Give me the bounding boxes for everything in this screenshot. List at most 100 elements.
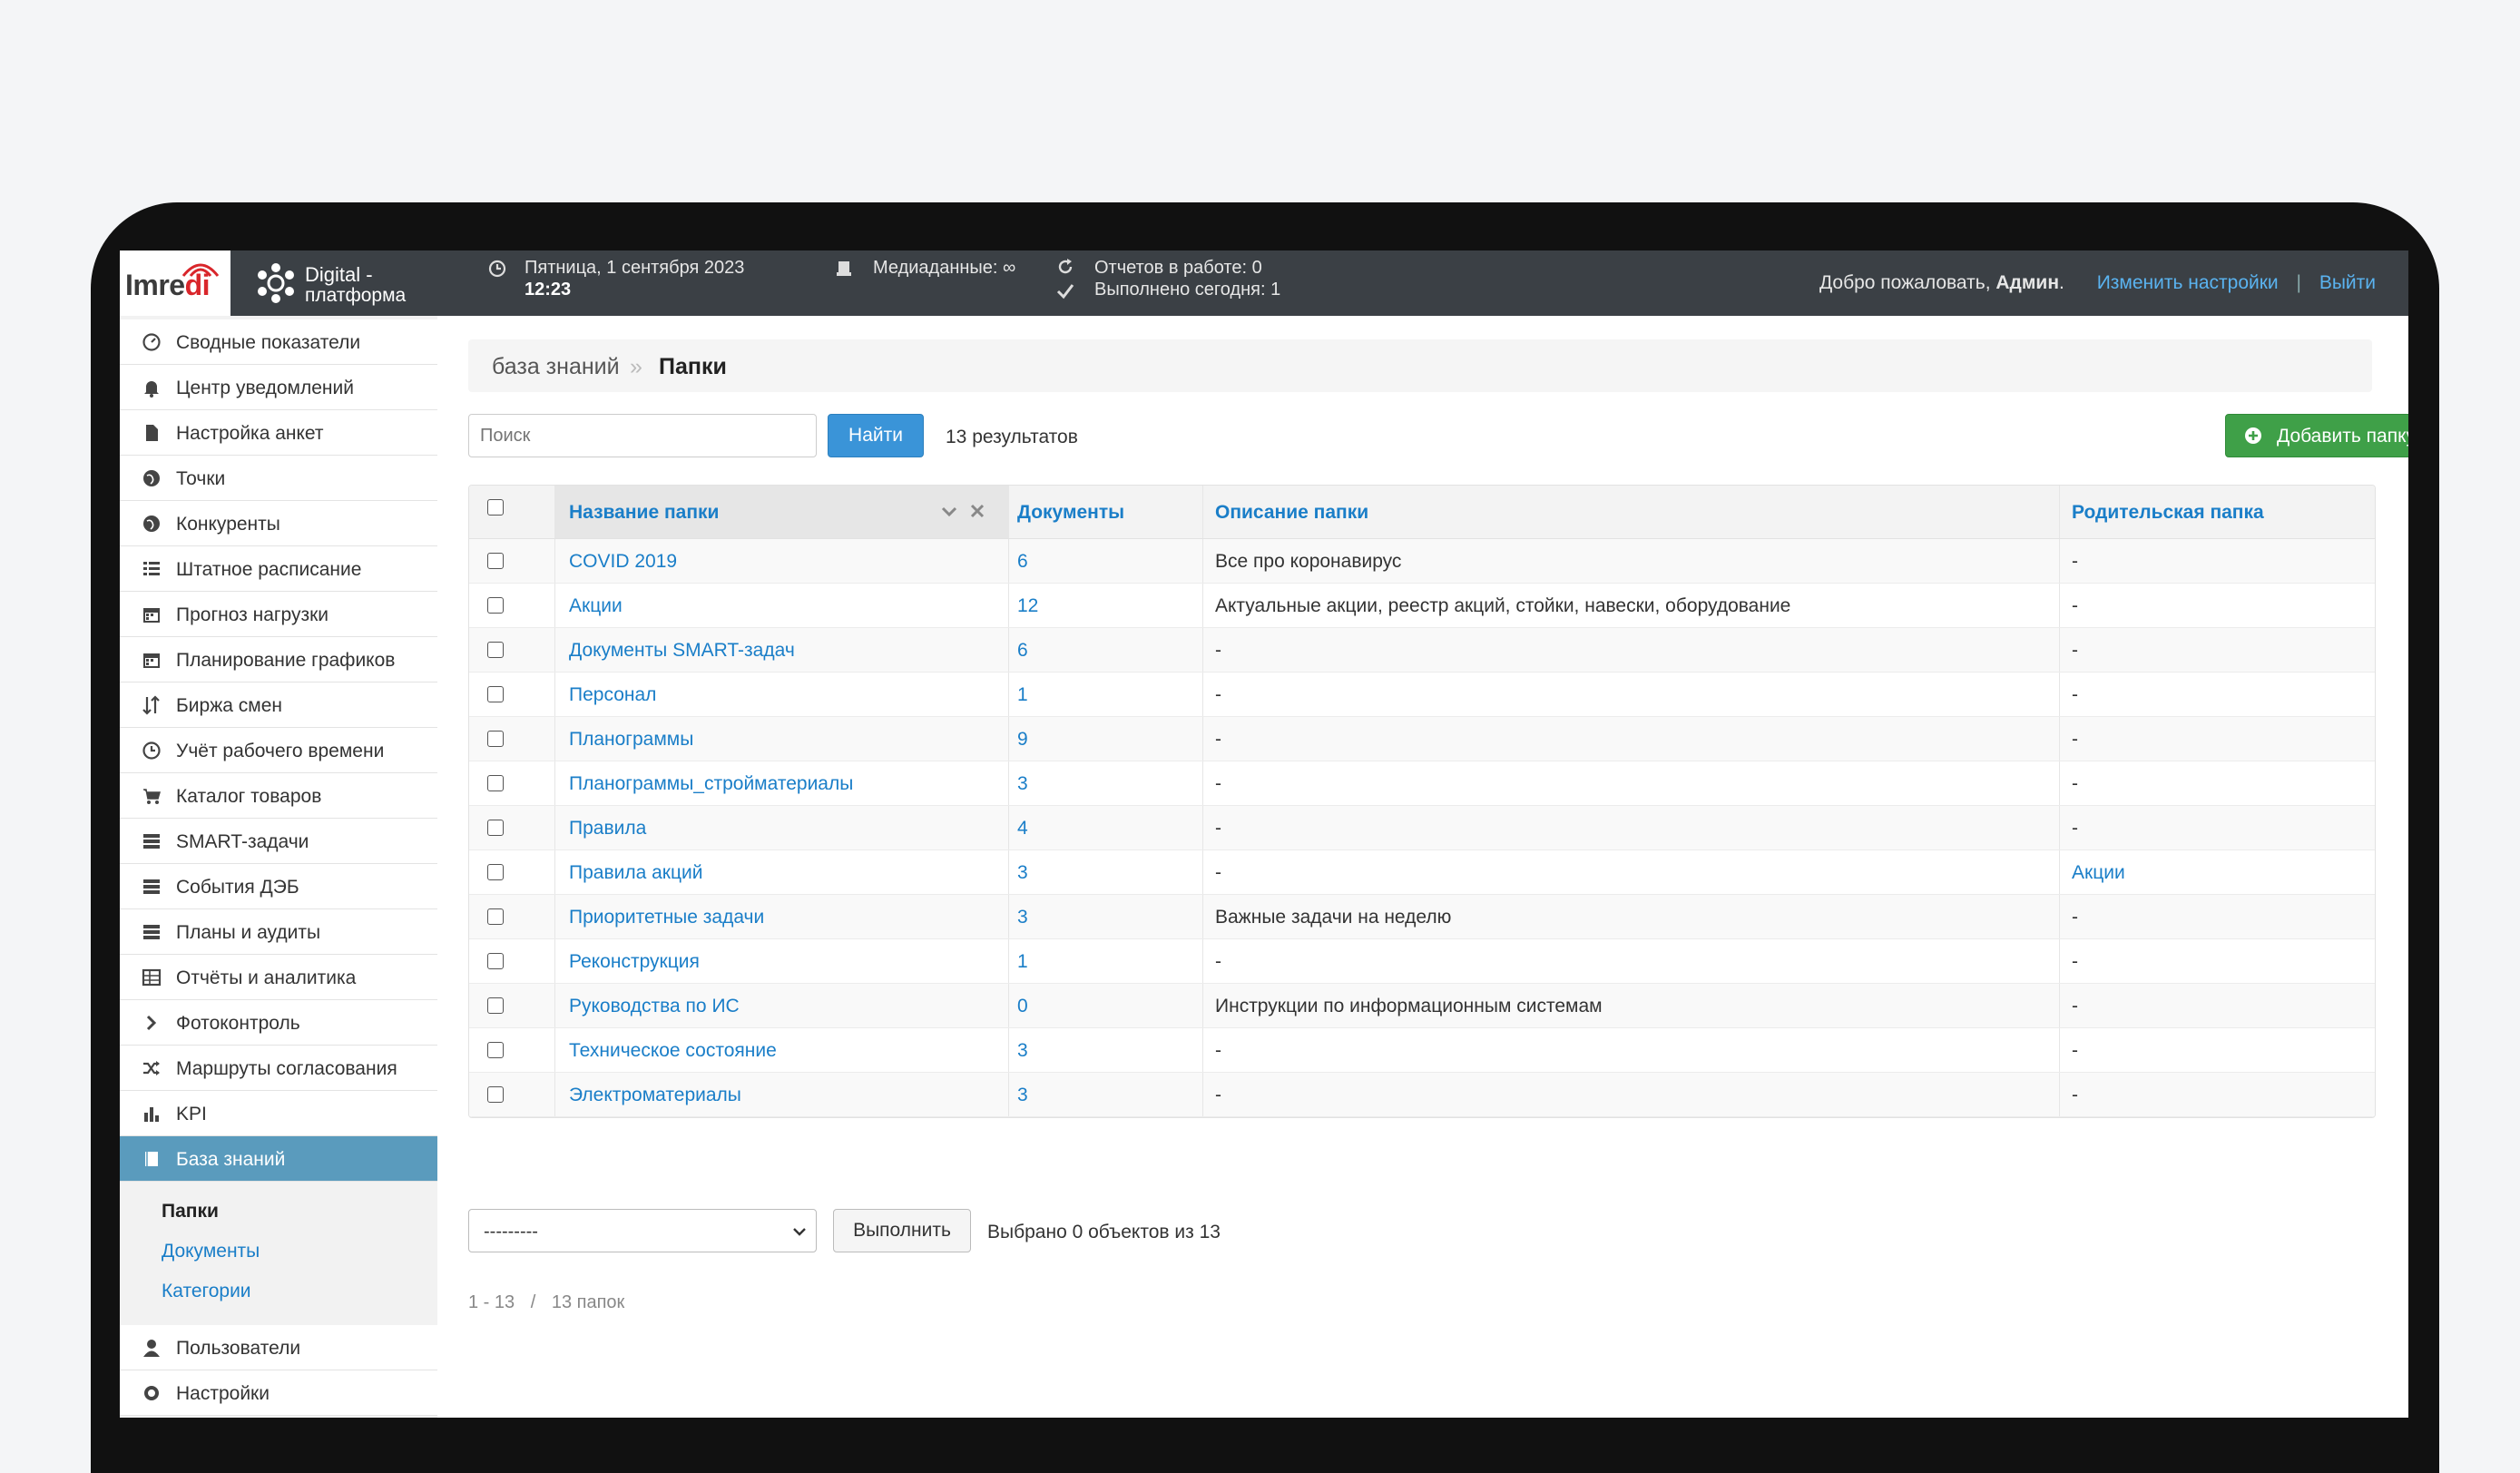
documents-count-link[interactable]: 3 (1017, 1085, 1028, 1106)
row-checkbox[interactable] (487, 864, 504, 880)
folder-name-link[interactable]: Планограммы (569, 729, 693, 751)
stack-icon (143, 879, 160, 894)
row-checkbox[interactable] (487, 1042, 504, 1058)
column-divider (1008, 1028, 1009, 1072)
folder-name-link[interactable]: Планограммы_стройматериалы (569, 773, 853, 795)
welcome-user: Админ (1995, 272, 2059, 293)
documents-count-link[interactable]: 3 (1017, 907, 1028, 928)
column-divider (1202, 584, 1203, 627)
documents-count-link[interactable]: 0 (1017, 996, 1028, 1017)
row-checkbox[interactable] (487, 597, 504, 614)
documents-count-link[interactable]: 4 (1017, 818, 1028, 840)
row-checkbox[interactable] (487, 553, 504, 569)
calendar-icon (143, 608, 160, 623)
sidebar-item-plans-audits[interactable]: Планы и аудиты (120, 909, 437, 955)
sidebar-item-kpi[interactable]: KPI (120, 1091, 437, 1136)
parent-folder[interactable]: Акции (2072, 862, 2125, 884)
sidebar-item-schedule-planning[interactable]: Планирование графиков (120, 637, 437, 682)
current-date: Пятница, 1 сентября 2023 (525, 258, 745, 278)
sidebar-item-product-catalog[interactable]: Каталог товаров (120, 773, 437, 819)
sidebar-item-smart-tasks[interactable]: SMART-задачи (120, 819, 437, 864)
sidebar-item-approval-routes[interactable]: Маршруты согласования (120, 1046, 437, 1091)
row-checkbox[interactable] (487, 775, 504, 791)
search-input[interactable] (468, 414, 817, 457)
column-divider (2059, 1073, 2060, 1116)
row-checkbox[interactable] (487, 908, 504, 925)
sidebar-item-surveys[interactable]: Настройка анкет (120, 410, 437, 456)
sidebar-item-dashboard[interactable]: Сводные показатели (120, 319, 437, 365)
run-action-button[interactable]: Выполнить (833, 1209, 971, 1252)
sidebar-item-label: Планирование графиков (176, 650, 396, 671)
folder-name-link[interactable]: Персонал (569, 684, 656, 706)
folder-name-link[interactable]: Правила акций (569, 862, 702, 884)
search-button[interactable]: Найти (828, 414, 924, 457)
selected-count: Выбрано 0 объектов из 13 (987, 1222, 1221, 1242)
header-parent-folder[interactable]: Родительская папка (2072, 502, 2264, 524)
column-divider (554, 939, 555, 983)
bulk-action-select[interactable]: --------- (468, 1209, 817, 1252)
folder-name-link[interactable]: COVID 2019 (569, 551, 677, 573)
select-all-checkbox[interactable] (487, 499, 504, 516)
row-checkbox[interactable] (487, 686, 504, 702)
documents-count-link[interactable]: 12 (1017, 595, 1038, 617)
logout-link[interactable]: Выйти (2319, 272, 2376, 293)
folder-name-link[interactable]: Акции (569, 595, 623, 617)
documents-count-link[interactable]: 6 (1017, 551, 1028, 573)
chevron-right-icon (146, 1015, 157, 1031)
sidebar-item-load-forecast[interactable]: Прогноз нагрузки (120, 592, 437, 637)
column-divider (2059, 895, 2060, 938)
sidebar-item-label: База знаний (176, 1149, 286, 1170)
sort-desc-icon[interactable] (941, 506, 957, 518)
sidebar-item-users[interactable]: Пользователи (120, 1325, 437, 1370)
add-folder-button[interactable]: Добавить папку (2225, 414, 2408, 457)
documents-count-link[interactable]: 1 (1017, 684, 1028, 706)
documents-count-link[interactable]: 6 (1017, 640, 1028, 662)
brand-logo[interactable]: Imredi (120, 250, 230, 316)
sidebar-item-photo-control[interactable]: Фотоконтроль (120, 1000, 437, 1046)
folder-name-link[interactable]: Приоритетные задачи (569, 907, 764, 928)
documents-count-link[interactable]: 3 (1017, 862, 1028, 884)
breadcrumb-parent[interactable]: база знаний (492, 354, 620, 380)
row-checkbox[interactable] (487, 731, 504, 747)
sidebar-item-settings[interactable]: Настройки (120, 1370, 437, 1416)
row-checkbox[interactable] (487, 642, 504, 658)
folder-name-link[interactable]: Реконструкция (569, 951, 700, 973)
sidebar-item-staffing[interactable]: Штатное расписание (120, 546, 437, 592)
row-checkbox[interactable] (487, 997, 504, 1014)
remove-sort-icon[interactable] (970, 504, 985, 518)
documents-count-link[interactable]: 3 (1017, 773, 1028, 795)
sidebar-item-points[interactable]: Точки (120, 456, 437, 501)
sidebar-item-deb-events[interactable]: События ДЭБ (120, 864, 437, 909)
documents-count-link[interactable]: 3 (1017, 1040, 1028, 1062)
submenu-folders[interactable]: Папки (162, 1201, 219, 1223)
sidebar-item-notifications[interactable]: Центр уведомлений (120, 365, 437, 410)
submenu-categories[interactable]: Категории (162, 1281, 251, 1302)
folder-name-link[interactable]: Правила (569, 818, 646, 840)
header-folder-name[interactable]: Название папки (569, 502, 719, 524)
row-checkbox[interactable] (487, 820, 504, 836)
sidebar-item-reports[interactable]: Отчёты и аналитика (120, 955, 437, 1000)
folder-name-link[interactable]: Электроматериалы (569, 1085, 741, 1106)
header-documents[interactable]: Документы (1017, 502, 1124, 524)
column-divider (1202, 895, 1203, 938)
header-description[interactable]: Описание папки (1215, 502, 1368, 524)
column-divider (1202, 628, 1203, 672)
row-checkbox[interactable] (487, 1086, 504, 1103)
folder-name-link[interactable]: Документы SMART-задач (569, 640, 795, 662)
sidebar-item-competitors[interactable]: Конкуренты (120, 501, 437, 546)
sidebar-item-time-tracking[interactable]: Учёт рабочего времени (120, 728, 437, 773)
row-checkbox[interactable] (487, 953, 504, 969)
documents-count-link[interactable]: 1 (1017, 951, 1028, 973)
documents-count-link[interactable]: 9 (1017, 729, 1028, 751)
sidebar-item-shift-exchange[interactable]: Биржа смен (120, 682, 437, 728)
platform-line2: платформа (305, 285, 407, 306)
folder-name-link[interactable]: Руководства по ИС (569, 996, 740, 1017)
platform-line1: Digital - (305, 263, 373, 286)
folder-name-link[interactable]: Техническое состояние (569, 1040, 777, 1062)
sidebar-item-knowledge-base[interactable]: База знаний (120, 1136, 456, 1182)
parent-folder: - (2072, 640, 2078, 661)
column-divider (2059, 486, 2060, 538)
change-settings-link[interactable]: Изменить настройки (2097, 272, 2279, 293)
column-divider (554, 1028, 555, 1072)
submenu-documents[interactable]: Документы (162, 1241, 260, 1262)
